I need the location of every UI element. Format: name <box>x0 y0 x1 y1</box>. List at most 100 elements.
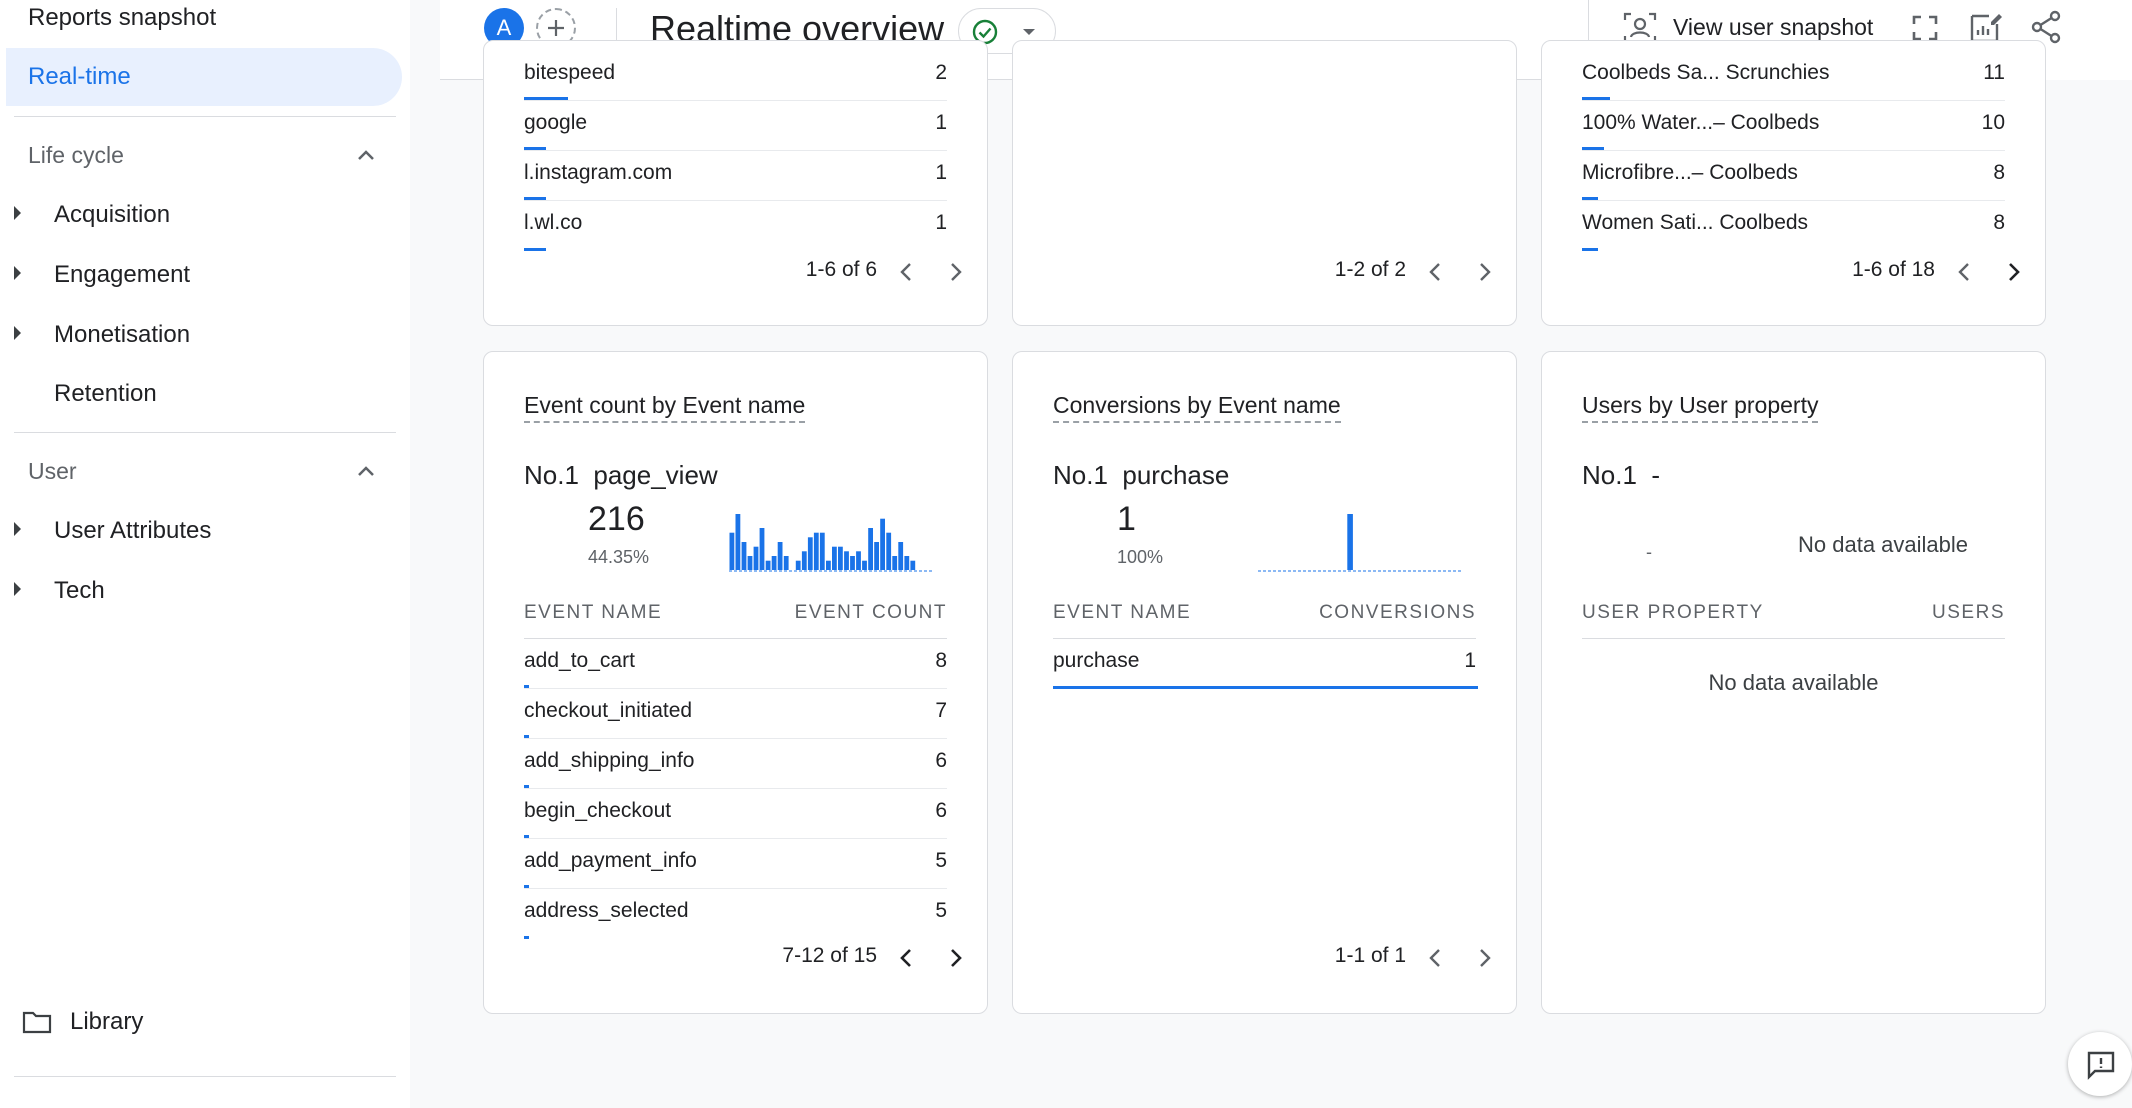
row-name: checkout_initiated <box>524 699 693 722</box>
sparkline-bar <box>904 556 910 570</box>
sparkline-bar <box>807 537 813 570</box>
sidebar-item-realtime[interactable]: Real-time <box>6 48 402 106</box>
card-event-count: Event count by Event name No.1 page_view… <box>483 351 988 1014</box>
row-value: 1 <box>935 111 947 134</box>
row-name: l.wl.co <box>524 211 583 234</box>
sparkline-bar <box>813 532 819 570</box>
customize-report-icon[interactable] <box>1969 10 2003 44</box>
row-value: 5 <box>935 899 947 922</box>
row-name: google <box>524 111 588 134</box>
column-header-user-property[interactable]: USER PROPERTY <box>1582 602 1764 624</box>
table-row: add_payment_info 5 <box>524 839 947 889</box>
row-bar <box>524 197 546 200</box>
chevron-right-icon[interactable] <box>943 946 967 970</box>
sidebar-item-user-attributes[interactable]: User Attributes <box>0 505 400 555</box>
column-header-users[interactable]: USERS <box>1932 602 2005 624</box>
chevron-left-icon[interactable] <box>895 260 919 284</box>
sidebar-item-label: Tech <box>54 577 105 604</box>
chevron-right-icon[interactable] <box>943 260 967 284</box>
top-percent: 100% <box>1117 547 1164 567</box>
sparkline-bar <box>801 551 807 570</box>
rank-label: No.1 purchase <box>1053 460 1229 491</box>
row-value: 8 <box>935 649 947 672</box>
sparkline-bar <box>771 556 777 570</box>
chevron-left-icon[interactable] <box>895 946 919 970</box>
caret-down-icon <box>1023 29 1035 35</box>
rank-label: No.1 - <box>1582 460 1660 491</box>
row-bar <box>1582 197 1598 200</box>
sparkline-bar <box>735 514 741 570</box>
sidebar-item-retention[interactable]: Retention <box>0 368 400 418</box>
rank-name: - <box>1651 460 1661 490</box>
row-value: 10 <box>1981 111 2005 134</box>
column-header-event-name[interactable]: EVENT NAME <box>1053 602 1191 624</box>
card-title[interactable]: Conversions by Event name <box>1053 392 1341 423</box>
feedback-button[interactable] <box>2068 1032 2132 1096</box>
row-name: Coolbeds Sa... Scrunchies <box>1582 61 1830 84</box>
table-row: address_selected 5 <box>524 889 947 939</box>
column-header-event-name[interactable]: EVENT NAME <box>524 602 662 624</box>
sparkline-bar <box>1347 514 1353 570</box>
row-bar <box>1582 147 1604 150</box>
chevron-up-icon[interactable] <box>354 460 378 484</box>
sidebar-item-monetisation[interactable]: Monetisation <box>0 309 400 359</box>
chevron-up-icon[interactable] <box>354 144 378 168</box>
sparkline-bar <box>844 551 849 570</box>
chevron-left-icon[interactable] <box>1424 946 1448 970</box>
feedback-icon <box>2087 1051 2115 1080</box>
row-value: 1 <box>935 211 947 234</box>
sidebar-divider <box>14 1076 396 1077</box>
sidebar-item-library[interactable]: Library <box>22 1004 322 1040</box>
sparkline-bar <box>777 542 783 570</box>
sidebar-item-label: Real-time <box>28 63 131 90</box>
row-value: 6 <box>935 799 947 822</box>
sidebar-item-reports-snapshot[interactable]: Reports snapshot <box>28 4 216 32</box>
sidebar-item-label: Acquisition <box>54 201 171 228</box>
table-row: google 1 <box>524 101 947 151</box>
card-title[interactable]: Event count by Event name <box>524 392 806 423</box>
sparkline-bar <box>880 518 885 570</box>
no-data-message: No data available <box>1708 670 1879 695</box>
sidebar-item-engagement[interactable]: Engagement <box>0 249 400 299</box>
table-row: add_shipping_info 6 <box>524 739 947 789</box>
pagination: 1-6 of 18 <box>1542 252 2045 292</box>
fullscreen-icon[interactable] <box>1911 14 1939 42</box>
chevron-left-icon[interactable] <box>1953 260 1977 284</box>
table-row: checkout_initiated 7 <box>524 689 947 739</box>
column-header-conversions[interactable]: CONVERSIONS <box>1319 602 1476 624</box>
chevron-right-icon[interactable] <box>1472 946 1496 970</box>
pagination-label: 1-6 of 18 <box>1852 258 1935 281</box>
table-row: begin_checkout 6 <box>524 789 947 839</box>
sparkline-bar <box>862 560 867 570</box>
pagination-label: 7-12 of 15 <box>782 944 877 967</box>
caret-right-icon <box>14 206 21 220</box>
chevron-right-icon[interactable] <box>2001 260 2025 284</box>
row-name: add_payment_info <box>524 849 697 872</box>
row-bar <box>1582 248 1598 251</box>
pagination-label: 1-1 of 1 <box>1334 944 1406 967</box>
sparkline-bar <box>874 542 879 570</box>
sparkline-bar <box>886 532 892 570</box>
sparkline-bar <box>753 546 759 570</box>
sparkline-bar <box>898 542 904 570</box>
card-title[interactable]: Users by User property <box>1582 392 1819 423</box>
chevron-right-icon[interactable] <box>1472 260 1496 284</box>
header-divider <box>1582 638 2005 639</box>
row-bar <box>1582 97 1610 100</box>
sparkline-bar <box>910 560 916 570</box>
rank-name: page_view <box>593 460 718 490</box>
column-header-event-count[interactable]: EVENT COUNT <box>795 602 947 624</box>
sidebar-item-acquisition[interactable]: Acquisition <box>0 189 400 239</box>
chevron-left-icon[interactable] <box>1424 260 1448 284</box>
section-title-lifecycle: Life cycle <box>28 142 124 168</box>
card-traffic-source: bitespeed 2 google 1 l.instagram.com 1 l… <box>483 40 988 326</box>
sidebar-divider <box>14 116 396 117</box>
row-bar <box>524 835 529 838</box>
table-row: add_to_cart 8 <box>524 639 947 689</box>
sidebar-item-tech[interactable]: Tech <box>0 565 400 615</box>
sidebar: Reports snapshot Real-time Life cycle Ac… <box>0 0 410 1108</box>
row-value: 8 <box>1993 161 2005 184</box>
share-icon[interactable] <box>2029 10 2063 44</box>
row-name: address_selected <box>524 899 689 922</box>
row-name: bitespeed <box>524 61 616 84</box>
